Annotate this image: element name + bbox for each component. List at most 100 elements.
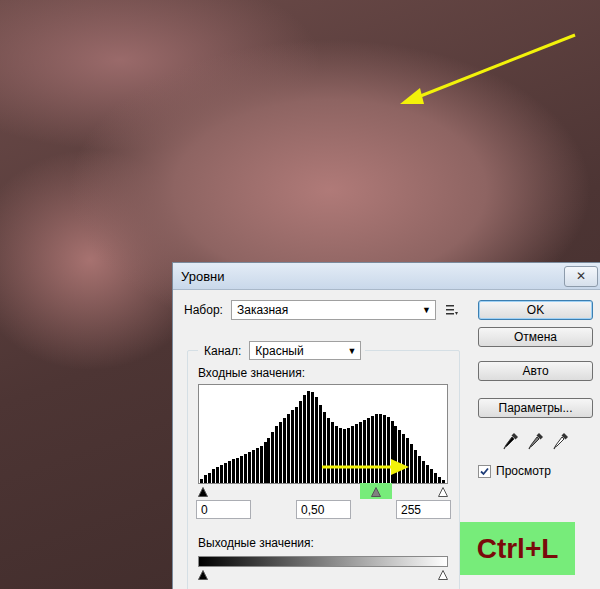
eyedropper-tool[interactable] xyxy=(503,432,519,450)
histogram-bar xyxy=(295,407,298,483)
eyedropper-tool[interactable] xyxy=(553,432,569,450)
histogram-bar xyxy=(442,480,445,483)
histogram-bar xyxy=(335,426,338,483)
histogram-bar xyxy=(307,391,310,483)
histogram-bar xyxy=(351,426,354,483)
histogram-bar xyxy=(343,429,346,483)
histogram-bar xyxy=(406,438,409,483)
preset-dropdown[interactable]: Заказная ▼ xyxy=(231,300,436,320)
histogram-bar xyxy=(371,416,374,483)
histogram-bar xyxy=(430,469,433,483)
histogram-bar xyxy=(347,428,350,483)
input-slider-track xyxy=(198,484,448,498)
histogram-bar xyxy=(287,414,290,483)
channel-dropdown[interactable]: Красный▼ xyxy=(249,341,361,360)
histogram-bar xyxy=(228,461,231,483)
preview-row: Просмотр xyxy=(478,464,593,478)
preset-label: Набор: xyxy=(184,303,231,317)
histogram-bar xyxy=(271,432,274,483)
dialog-button[interactable]: OK xyxy=(478,300,593,320)
dialog-title: Уровни xyxy=(181,269,224,284)
histogram-bar xyxy=(200,479,203,483)
histogram-bar xyxy=(323,412,326,483)
preset-row: Набор: Заказная ▼ xyxy=(184,300,467,320)
histogram-bar xyxy=(240,456,243,483)
histogram-bar xyxy=(383,415,386,483)
checkmark-icon xyxy=(480,467,489,476)
histogram-bar xyxy=(256,448,259,483)
output-levels-label: Выходные значения: xyxy=(198,536,449,550)
eyedropper-icon xyxy=(503,432,519,450)
histogram-bar xyxy=(426,465,429,483)
histogram-bar xyxy=(291,410,294,483)
histogram-bar xyxy=(391,421,394,483)
histogram-bar xyxy=(367,418,370,483)
histogram-bar xyxy=(236,458,239,483)
left-column: Набор:Заказная▼Канал:Красный▼Входные зна… xyxy=(184,300,467,589)
levels-group: Канал:Красный▼Входные значения:Выходные … xyxy=(187,350,460,589)
preset-value: Заказная xyxy=(237,303,288,317)
histogram-bar xyxy=(264,442,267,483)
histogram-bar xyxy=(319,405,322,483)
histogram-bar xyxy=(414,450,417,483)
channel-label: Канал: xyxy=(204,344,241,358)
input-level-field[interactable] xyxy=(296,500,351,519)
slider-triangle-icon xyxy=(198,487,208,497)
channel-value: Красный xyxy=(255,344,303,358)
histogram-bar xyxy=(279,422,282,483)
preset-arrow: ▼ xyxy=(422,305,431,315)
level-slider[interactable] xyxy=(198,486,208,496)
preview-label: Просмотр xyxy=(496,464,551,478)
preset-menu[interactable] xyxy=(446,304,458,316)
histogram-bar xyxy=(398,430,401,483)
level-slider[interactable] xyxy=(371,486,381,496)
histogram-bar xyxy=(224,463,227,483)
output-gradient xyxy=(198,556,448,567)
histogram-bar xyxy=(331,422,334,483)
histogram-bar xyxy=(311,392,314,483)
level-slider[interactable] xyxy=(438,569,448,579)
histogram-bar xyxy=(220,465,223,483)
histogram-bar xyxy=(248,452,251,483)
shortcut-badge: Ctrl+L xyxy=(460,522,575,575)
histogram-bar xyxy=(327,418,330,483)
histogram-bar xyxy=(208,473,211,483)
histogram-bar xyxy=(418,456,421,483)
arrow-annotations xyxy=(0,0,600,589)
output-slider-track xyxy=(198,567,448,581)
histogram-bar xyxy=(375,414,378,483)
dialog-button[interactable]: Авто xyxy=(478,361,593,381)
histogram-bar xyxy=(422,461,425,483)
histogram-bar xyxy=(363,420,366,483)
close-button[interactable]: ✕ xyxy=(564,266,598,287)
histogram-bar xyxy=(394,426,397,483)
histogram-bar xyxy=(216,467,219,483)
input-levels-label: Входные значения: xyxy=(198,366,449,380)
histogram-bar xyxy=(267,438,270,483)
histogram-bar xyxy=(303,395,306,483)
histogram-bar xyxy=(438,477,441,483)
histogram-bar xyxy=(299,401,302,483)
histogram-bar xyxy=(283,418,286,483)
level-slider[interactable] xyxy=(198,569,208,579)
dialog-button[interactable]: Отмена xyxy=(478,327,593,347)
input-level-field[interactable] xyxy=(396,500,451,519)
eyedropper-row xyxy=(478,432,593,450)
histogram-bar xyxy=(252,450,255,483)
histogram-bar xyxy=(232,459,235,483)
histogram-bar xyxy=(359,422,362,483)
level-slider[interactable] xyxy=(438,486,448,496)
eyedropper-tool[interactable] xyxy=(528,432,544,450)
histogram-bar xyxy=(387,417,390,483)
eyedropper-icon xyxy=(553,432,569,450)
slider-triangle-icon xyxy=(438,570,448,580)
preset-menu-icon xyxy=(446,304,458,316)
input-level-field[interactable] xyxy=(196,500,251,519)
histogram-bar xyxy=(379,414,382,483)
histogram-bar xyxy=(410,444,413,483)
preview-checkbox[interactable] xyxy=(478,465,491,478)
histogram-bar xyxy=(275,426,278,483)
dialog-button[interactable]: Параметры... xyxy=(478,398,593,418)
channel-row: Канал: Красный▼ xyxy=(198,341,365,360)
input-fields-row xyxy=(196,500,451,519)
